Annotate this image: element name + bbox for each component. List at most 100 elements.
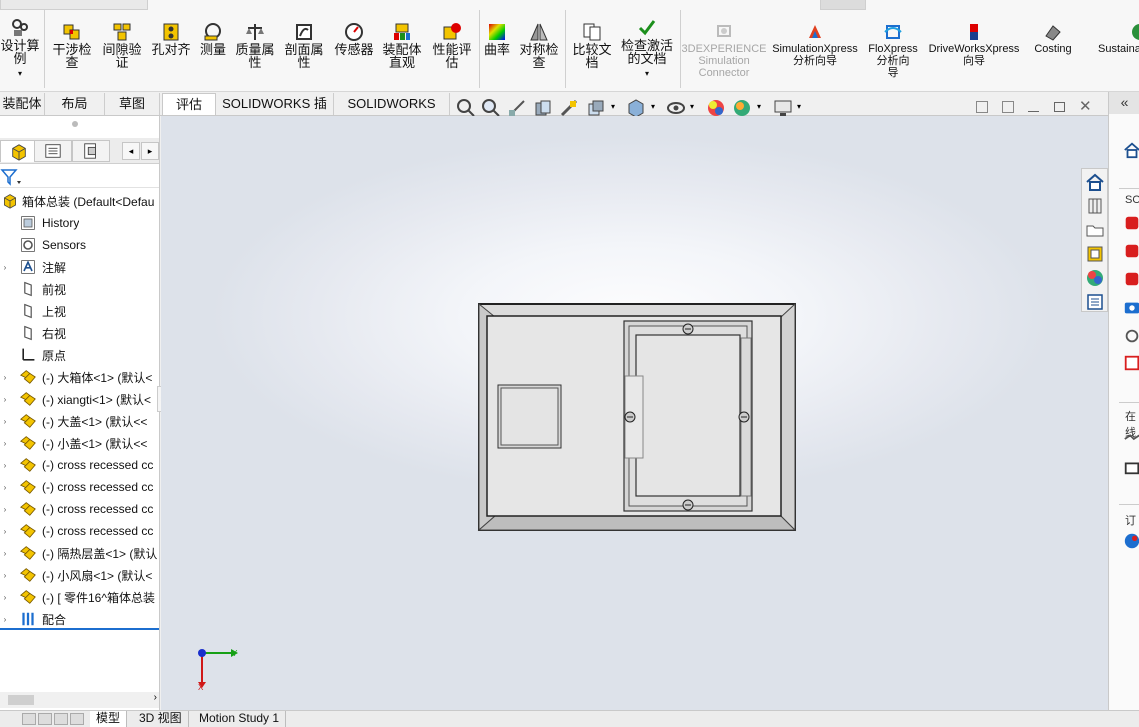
expand-arrow-icon[interactable]: › — [0, 417, 10, 426]
check-active-document-button[interactable]: 检查激活 的文档 ▾ — [618, 18, 676, 80]
partner-icon[interactable] — [1123, 354, 1139, 372]
apply-scene-icon[interactable] — [732, 98, 752, 118]
expand-arrow-icon[interactable]: › — [0, 461, 10, 470]
curvature-button[interactable]: 曲率 — [482, 22, 512, 56]
tree-item[interactable]: › (-) 隔热层盖<1> (默认 — [0, 542, 159, 564]
handshake-icon[interactable] — [1123, 430, 1139, 448]
simulationxpress-button[interactable]: SimulationXpress 分析向导 — [766, 22, 864, 67]
tree-item[interactable]: › (-) cross recessed cc — [0, 454, 159, 476]
tab-model[interactable]: 模型 — [90, 711, 128, 727]
view-palette-icon[interactable] — [1085, 244, 1105, 264]
apply-scene-dropdown-icon[interactable]: ▾ — [757, 102, 761, 111]
tab-sketch[interactable]: 草图 — [105, 93, 160, 115]
appearances-icon[interactable] — [1085, 268, 1105, 288]
nav-last-button[interactable] — [70, 713, 84, 725]
tree-item[interactable]: › (-) xiangti<1> (默认< — [0, 388, 159, 410]
edit-appearance-icon[interactable] — [706, 98, 726, 118]
building-icon[interactable] — [1123, 458, 1139, 476]
tab-solidworks-mbd[interactable]: SOLIDWORKS MBD — [334, 93, 450, 132]
eye-resource-icon[interactable] — [1123, 299, 1139, 317]
scroll-right-icon[interactable]: › — [154, 692, 157, 703]
expand-arrow-icon[interactable]: › — [0, 571, 10, 580]
close-icon[interactable]: ✕ — [1079, 97, 1092, 115]
tree-item[interactable]: › (-) 大箱体<1> (默认< — [0, 366, 159, 388]
task-pane-home-icon[interactable] — [1123, 141, 1139, 159]
tree-item[interactable]: › (-) cross recessed cc — [0, 476, 159, 498]
tree-item[interactable]: Sensors — [0, 234, 159, 256]
3dexperience-simulation-connector-button[interactable]: 3DEXPERIENCE Simulation Connector — [682, 22, 767, 79]
tree-item[interactable]: 原点 — [0, 344, 159, 366]
tab-configuration-manager[interactable] — [72, 140, 110, 162]
maximize-icon[interactable] — [1054, 102, 1065, 112]
assembly-model-top-view[interactable] — [161, 116, 1108, 710]
tree-item[interactable]: 上视 — [0, 300, 159, 322]
dynamic-annotation-icon[interactable] — [559, 98, 579, 118]
tab-evaluate[interactable]: 评估 — [162, 93, 216, 115]
driveworksxpress-button[interactable]: DriveWorksXpress 向导 — [923, 22, 1025, 67]
tree-item[interactable]: History — [0, 212, 159, 234]
expand-arrow-icon[interactable]: › — [0, 549, 10, 558]
tab-assembly[interactable]: 装配体 — [0, 93, 45, 115]
performance-evaluation-button[interactable]: 性能评 估 — [430, 22, 474, 69]
file-explorer-icon[interactable] — [1085, 220, 1105, 240]
subscription-globe-icon[interactable] — [1123, 532, 1139, 550]
expand-arrow-icon[interactable]: › — [0, 527, 10, 536]
solidworks-news-icon[interactable] — [1123, 270, 1139, 288]
zoom-to-fit-icon[interactable] — [456, 98, 476, 118]
graphics-area[interactable]: Y X — [161, 116, 1108, 710]
tree-item[interactable]: › (-) cross recessed cc — [0, 498, 159, 520]
restore-right-icon[interactable] — [1002, 101, 1014, 113]
expand-arrow-icon[interactable]: › — [0, 263, 10, 272]
tree-item[interactable]: 前视 — [0, 278, 159, 300]
interference-check-button[interactable]: 干涉检 查 — [50, 22, 94, 69]
minimize-icon[interactable] — [1028, 111, 1039, 112]
solidworks-tutorial-icon[interactable] — [1123, 242, 1139, 260]
tree-scrollbar-horizontal[interactable]: › — [0, 692, 159, 708]
expand-arrow-icon[interactable]: › — [0, 395, 10, 404]
tree-item[interactable]: 右视 — [0, 322, 159, 344]
measure-button[interactable]: 测量 — [196, 22, 230, 56]
tree-item[interactable]: › 注解 — [0, 256, 159, 278]
design-study-button[interactable]: 设计算 例 ▾ — [0, 18, 40, 80]
scrollbar-thumb[interactable] — [8, 695, 34, 705]
home-icon[interactable] — [1085, 172, 1105, 192]
clearance-verification-button[interactable]: 间隙验 证 — [100, 22, 144, 69]
tab-scroll-left-button[interactable]: ◂ — [122, 142, 140, 160]
expand-arrow-icon[interactable]: › — [0, 373, 10, 382]
compare-documents-button[interactable]: 比较文 档 — [570, 22, 614, 69]
design-study-dropdown-icon[interactable]: ▾ — [18, 67, 22, 80]
mass-properties-button[interactable]: 质量属 性 — [233, 22, 277, 69]
tab-layout[interactable]: 布局 — [45, 93, 105, 115]
display-style-icon[interactable] — [626, 98, 646, 118]
tab-feature-tree[interactable] — [0, 140, 38, 162]
tab-motion-study[interactable]: Motion Study 1 — [193, 711, 287, 727]
nav-next-button[interactable] — [54, 713, 68, 725]
display-style-dropdown-icon[interactable]: ▾ — [651, 102, 655, 111]
tab-property-manager[interactable] — [34, 140, 72, 162]
design-library-icon[interactable] — [1085, 196, 1105, 216]
previous-view-icon[interactable] — [507, 98, 527, 118]
tab-3d-view[interactable]: 3D 视图 — [133, 711, 189, 727]
tree-item[interactable]: › (-) 小盖<1> (默认<< — [0, 432, 159, 454]
hide-show-dropdown-icon[interactable]: ▾ — [690, 102, 694, 111]
zoom-to-area-icon[interactable] — [481, 98, 501, 118]
nav-first-button[interactable] — [22, 713, 36, 725]
tree-item[interactable]: › (-) 小风扇<1> (默认< — [0, 564, 159, 586]
tab-scroll-right-button[interactable]: ▸ — [141, 142, 159, 160]
check-active-dropdown-icon[interactable]: ▾ — [645, 67, 649, 80]
tree-root[interactable]: 箱体总装 (Default<Defau — [0, 190, 159, 212]
hide-show-items-icon[interactable] — [666, 98, 686, 118]
filter-icon[interactable] — [0, 167, 22, 187]
expand-arrow-icon[interactable]: › — [0, 615, 10, 624]
assembly-visualization-button[interactable]: 装配体 直观 — [380, 22, 424, 69]
sensor-button[interactable]: 传感器 — [332, 22, 376, 56]
expand-arrow-icon[interactable]: › — [0, 483, 10, 492]
tree-item[interactable]: › (-) 大盖<1> (默认<< — [0, 410, 159, 432]
view-settings-icon[interactable] — [773, 98, 793, 118]
section-properties-button[interactable]: 剖面属 性 — [282, 22, 326, 69]
floxpress-button[interactable]: FloXpress 分析向 导 — [866, 22, 920, 79]
view-settings-dropdown-icon[interactable]: ▾ — [797, 102, 801, 111]
sustainability-button[interactable]: Sustaina — [1094, 22, 1139, 55]
section-view-icon[interactable] — [533, 98, 553, 118]
network-icon[interactable] — [1123, 327, 1139, 345]
